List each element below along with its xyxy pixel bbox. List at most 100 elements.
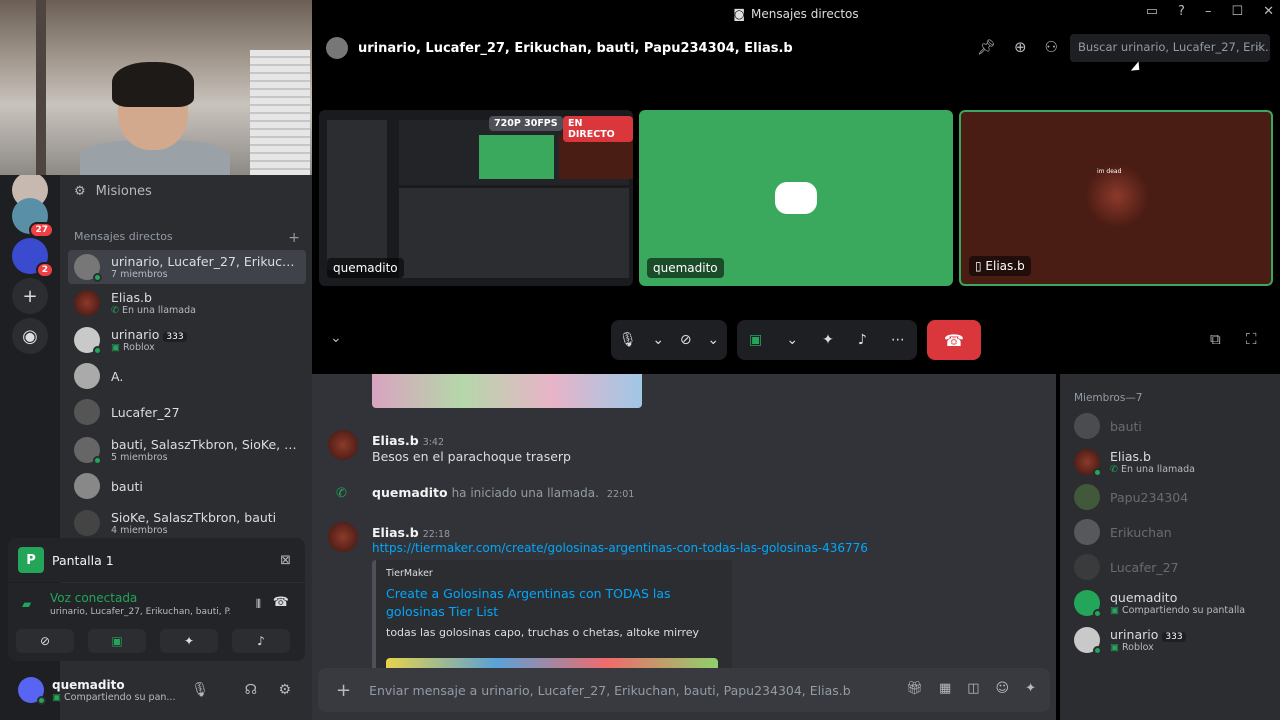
- message-author[interactable]: Elias.b: [372, 525, 419, 540]
- members-header: Miembros—7: [1074, 392, 1143, 404]
- notification-badge: 2: [35, 262, 54, 278]
- apps-icon[interactable]: ✦: [1025, 681, 1036, 696]
- user-panel: quemadito ▣ Compartiendo su pan... 🎙︎ ☊ …: [8, 668, 305, 712]
- message-author[interactable]: Elias.b: [372, 433, 419, 448]
- add-dm-icon[interactable]: +: [288, 230, 300, 246]
- member-item[interactable]: Papu234304: [1074, 482, 1274, 512]
- dm-item[interactable]: Elias.b ✆ En una llamada: [68, 286, 306, 320]
- activities-button[interactable]: ✦: [160, 629, 218, 653]
- phone-icon: ✆: [336, 486, 347, 501]
- message-input[interactable]: + Enviar mensaje a urinario, Lucafer_27,…: [318, 668, 1050, 712]
- screen-share-panel: P Pantalla 1 ⊠: [8, 538, 305, 582]
- popout-icon[interactable]: ⧉: [1210, 330, 1221, 348]
- add-friend-icon[interactable]: ⊕: [1014, 38, 1027, 56]
- avatar[interactable]: [328, 430, 358, 460]
- search-input[interactable]: Buscar urinario, Lucafer_27, Erik... ⌕: [1070, 34, 1270, 62]
- camera-off-button[interactable]: ⊘: [680, 332, 692, 348]
- misiones-item[interactable]: ⚙ Misiones: [60, 180, 152, 202]
- gift-icon[interactable]: 🎁︎: [906, 681, 923, 696]
- avatar[interactable]: [328, 522, 358, 552]
- minimize-icon[interactable]: –: [1205, 4, 1212, 19]
- screen-share-button[interactable]: ▣: [749, 332, 762, 348]
- member-item[interactable]: urinario 333 ▣ Roblox: [1074, 625, 1274, 655]
- avatar: [1074, 449, 1102, 477]
- discord-logo-icon: [775, 182, 817, 214]
- image-attachment[interactable]: [372, 374, 642, 408]
- server-icon[interactable]: 2: [12, 238, 54, 278]
- participant-tile[interactable]: quemadito: [639, 110, 953, 286]
- embed-title[interactable]: Create a Golosinas Argentinas con TODAS …: [386, 585, 722, 620]
- gif-icon[interactable]: ▦: [939, 681, 951, 696]
- message-text: Besos en el parachoque traserp: [372, 449, 571, 464]
- member-item[interactable]: quemadito ▣ Compartiendo su pantalla: [1074, 588, 1274, 618]
- dm-sub: 7 miembros: [111, 269, 168, 280]
- member-item[interactable]: bauti: [1074, 411, 1274, 441]
- embed-description: todas las golosinas capo, truchas o chet…: [386, 626, 700, 639]
- stream-tile[interactable]: 720P 30FPS EN DIRECTO quemadito: [319, 110, 633, 286]
- dm-item[interactable]: A.: [68, 359, 306, 393]
- add-server-icon[interactable]: +: [12, 278, 48, 314]
- left-sidebar: 27 2 + ◉ ⚙ Misiones Mensajes directos +: [0, 0, 312, 720]
- soundboard-button[interactable]: ♪: [232, 629, 290, 653]
- headphones-icon[interactable]: ☊: [245, 682, 257, 698]
- fullscreen-icon[interactable]: ⛶: [1246, 330, 1257, 348]
- dm-item[interactable]: SioKe, SalaszTkbron, bauti 4 miembros: [68, 506, 306, 540]
- disconnect-icon[interactable]: ☎: [273, 595, 289, 610]
- member-item[interactable]: Erikuchan: [1074, 517, 1274, 547]
- help-icon[interactable]: ?: [1178, 4, 1185, 19]
- screen-icon: P: [18, 547, 44, 573]
- dm-item[interactable]: bauti, SalaszTkbron, SioKe, Eli... 5 mie…: [68, 433, 306, 467]
- add-attachment-icon[interactable]: +: [336, 680, 351, 701]
- settings-gear-icon[interactable]: ⚙: [278, 682, 291, 698]
- quality-badge: 720P 30FPS: [489, 116, 563, 131]
- message-author[interactable]: quemadito: [372, 485, 448, 500]
- emoji-icon[interactable]: ☺: [996, 681, 1010, 696]
- message-link[interactable]: https://tiermaker.com/create/golosinas-a…: [372, 541, 868, 555]
- participant-tile[interactable]: im dead ▯ Elias.b: [959, 110, 1273, 286]
- microphone-button[interactable]: 🎙︎: [619, 332, 637, 348]
- explore-icon[interactable]: ◉: [12, 318, 48, 354]
- notification-badge: 27: [29, 222, 54, 238]
- signal-icon: ▰: [22, 597, 32, 611]
- soundboard-button[interactable]: ♪: [858, 332, 867, 348]
- member-name: Erikuchan: [1110, 524, 1172, 540]
- chevron-down-icon[interactable]: ⌄: [330, 330, 342, 346]
- dm-name: Lucafer_27: [111, 404, 180, 420]
- camera-off-button[interactable]: ⊘: [16, 629, 74, 653]
- screen-share-button[interactable]: ▣: [88, 629, 146, 653]
- message-time: 22:18: [422, 529, 451, 540]
- avatar: [74, 510, 100, 536]
- screen-icon: ▣: [1110, 605, 1122, 616]
- inbox-icon[interactable]: ▭: [1146, 4, 1158, 19]
- avatar: [74, 437, 102, 465]
- dm-item[interactable]: urinario 333 ▣ Roblox: [68, 323, 306, 357]
- hangup-button[interactable]: ☎: [927, 320, 981, 360]
- chevron-down-icon[interactable]: ⌄: [707, 332, 719, 348]
- dm-item[interactable]: bauti: [68, 469, 306, 503]
- stop-stream-icon[interactable]: ⊠: [280, 553, 291, 568]
- microphone-icon[interactable]: 🎙︎: [191, 682, 209, 698]
- webcam-overlay: [0, 0, 312, 175]
- voice-status[interactable]: Voz conectada: [50, 591, 137, 605]
- member-item[interactable]: Elias.b ✆ En una llamada: [1074, 447, 1274, 477]
- avatar: [74, 327, 102, 355]
- dm-name: urinario: [111, 327, 160, 342]
- chevron-down-icon[interactable]: ⌄: [786, 332, 798, 348]
- server-icon[interactable]: 27: [12, 198, 54, 238]
- dm-item[interactable]: urinario, Lucafer_27, Erikucha... 7 miem…: [68, 250, 306, 284]
- close-icon[interactable]: ✕: [1263, 4, 1274, 19]
- member-sub: Compartiendo su pantalla: [1122, 605, 1246, 616]
- dm-item[interactable]: Lucafer_27: [68, 395, 306, 429]
- maximize-icon[interactable]: ☐: [1231, 4, 1243, 19]
- avatar[interactable]: [18, 677, 46, 705]
- chevron-down-icon[interactable]: ⌄: [652, 332, 664, 348]
- dm-section-header: Mensajes directos +: [74, 230, 300, 246]
- activities-button[interactable]: ✦: [822, 332, 834, 348]
- members-icon[interactable]: ⚇: [1045, 38, 1058, 56]
- call-title: urinario, Lucafer_27, Erikuchan, bauti, …: [358, 40, 793, 56]
- sticker-icon[interactable]: ◫: [967, 681, 979, 696]
- pin-icon[interactable]: 📌︎: [977, 38, 996, 56]
- more-options-button[interactable]: ⋯: [891, 332, 905, 348]
- member-item[interactable]: Lucafer_27: [1074, 552, 1274, 582]
- noise-icon[interactable]: ⦀: [256, 597, 261, 612]
